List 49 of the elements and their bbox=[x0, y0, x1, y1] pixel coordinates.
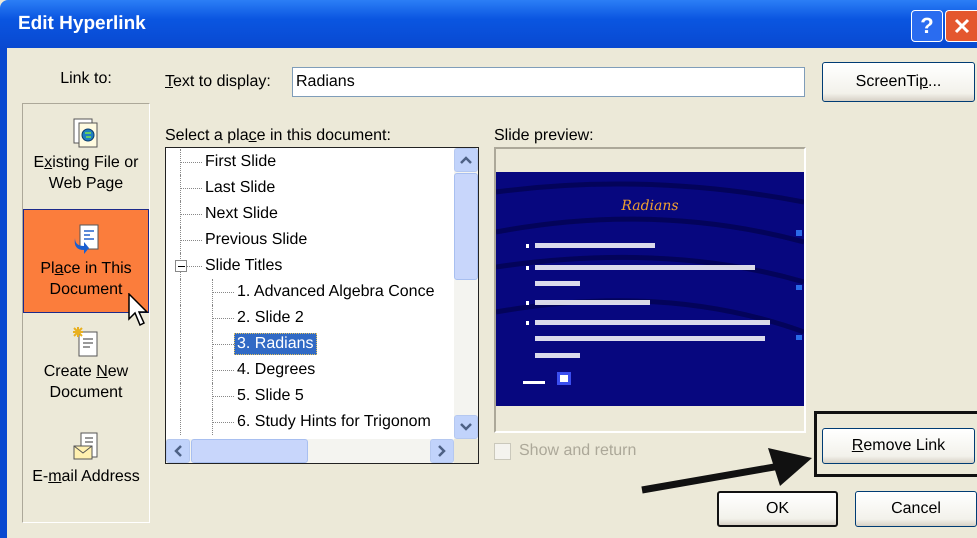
tree-item[interactable]: Slide Titles bbox=[202, 255, 286, 277]
tree-item[interactable]: 6. Study Hints for Trigonom bbox=[234, 411, 434, 433]
scroll-thumb[interactable] bbox=[191, 439, 308, 463]
scroll-right-button[interactable] bbox=[430, 439, 454, 463]
scroll-up-button[interactable] bbox=[454, 148, 478, 172]
text-to-display-label: Text to display: bbox=[165, 73, 272, 91]
screentip-button[interactable]: ScreenTip... bbox=[822, 62, 975, 102]
ok-button[interactable]: OK bbox=[717, 491, 838, 527]
new-document-icon bbox=[73, 327, 99, 357]
remove-link-button[interactable]: Remove Link bbox=[822, 428, 975, 464]
envelope-document-icon bbox=[73, 432, 99, 462]
collapse-toggle[interactable] bbox=[175, 260, 187, 272]
tree-item[interactable]: 5. Slide 5 bbox=[234, 385, 307, 407]
link-type-option[interactable]: Place in This Document bbox=[23, 208, 149, 313]
tree-item[interactable]: Next Slide bbox=[202, 203, 281, 225]
tree-item[interactable]: Last Slide bbox=[202, 177, 278, 199]
tree-item[interactable]: Previous Slide bbox=[202, 229, 310, 251]
link-type-option[interactable]: E-mail Address bbox=[23, 418, 149, 522]
link-to-label: Link to: bbox=[59, 70, 113, 89]
document-globe-icon bbox=[73, 118, 99, 148]
mouse-pointer-icon bbox=[128, 293, 150, 327]
cancel-button[interactable]: Cancel bbox=[855, 491, 977, 527]
link-type-option[interactable]: Create New Document bbox=[23, 313, 149, 418]
window-title: Edit Hyperlink bbox=[17, 13, 146, 35]
scroll-thumb[interactable] bbox=[454, 173, 478, 280]
slide-footer-drawing bbox=[523, 372, 573, 386]
chevron-down-icon bbox=[459, 422, 473, 432]
scroll-down-button[interactable] bbox=[454, 415, 478, 439]
document-arrow-icon bbox=[73, 224, 99, 254]
horizontal-scrollbar[interactable] bbox=[166, 439, 454, 463]
scroll-left-button[interactable] bbox=[166, 439, 190, 463]
chevron-right-icon bbox=[437, 444, 447, 458]
scrollbar-corner bbox=[454, 439, 478, 463]
chevron-up-icon bbox=[459, 155, 473, 165]
tree-item[interactable]: 1. Advanced Algebra Conce bbox=[234, 281, 438, 303]
text-to-display-field[interactable]: Radians bbox=[292, 67, 805, 97]
tree-item[interactable]: First Slide bbox=[202, 151, 280, 173]
link-type-option[interactable]: Existing File or Web Page bbox=[23, 104, 149, 208]
place-list-label: Select a place in this document: bbox=[165, 127, 392, 146]
tree-item[interactable]: 3. Radians bbox=[234, 333, 316, 355]
vertical-scrollbar[interactable] bbox=[454, 148, 478, 439]
close-button[interactable] bbox=[945, 10, 977, 42]
slide-preview-label: Slide preview: bbox=[494, 127, 595, 146]
slide-title: Radians bbox=[621, 198, 679, 214]
tree-item[interactable]: 2. Slide 2 bbox=[234, 307, 307, 329]
chevron-left-icon bbox=[173, 444, 183, 458]
tree-item[interactable]: 4. Degrees bbox=[234, 359, 318, 381]
show-and-return-label: Show and return bbox=[519, 442, 636, 460]
help-button[interactable]: ? bbox=[911, 10, 943, 42]
